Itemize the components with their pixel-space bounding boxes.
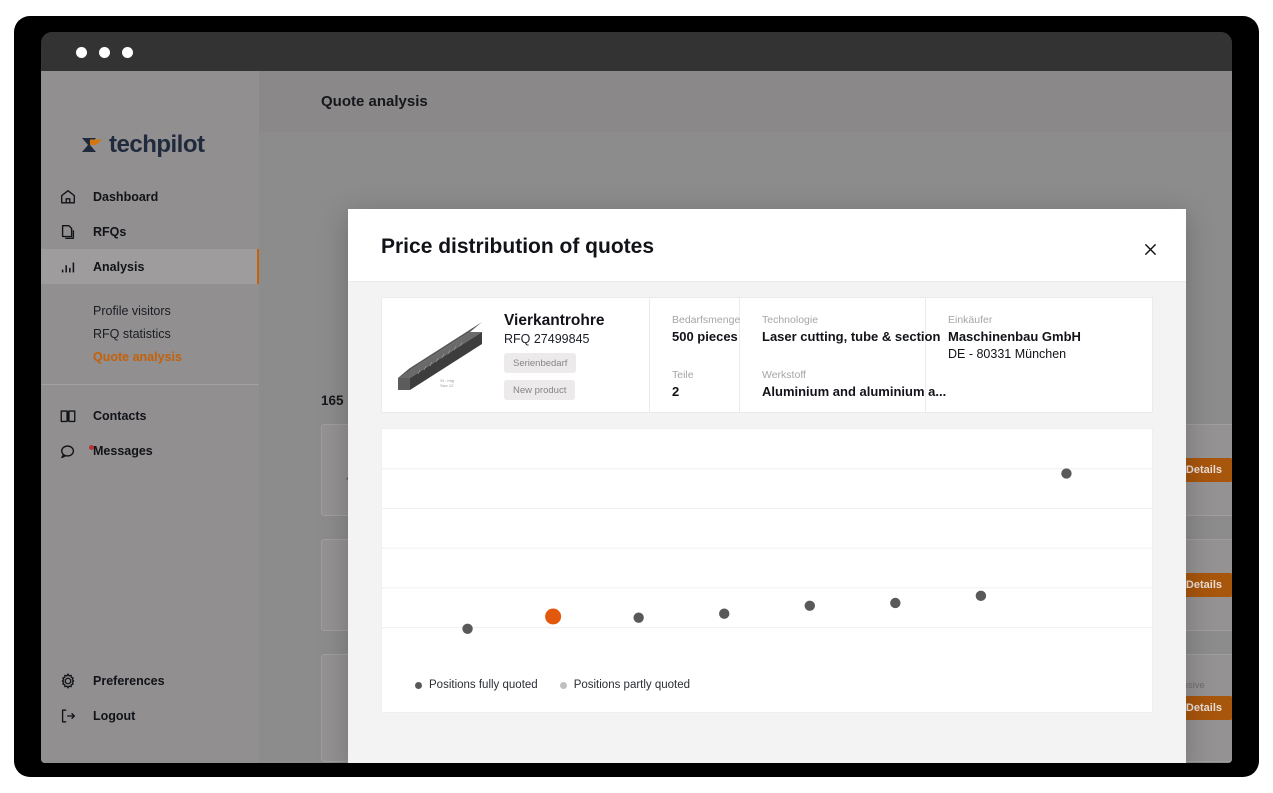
field-value: 500 pieces (672, 329, 738, 344)
logout-icon (59, 707, 77, 725)
field-value: 2 (672, 384, 680, 399)
sidebar-item-logout[interactable]: Logout (41, 698, 259, 733)
quantity-column: Bedarfsmenge 500 pieces Teile 2 (650, 298, 740, 412)
sidebar: techpilot Dashboard RFQs Analysis Profil… (41, 71, 259, 763)
bar-chart-icon (59, 258, 77, 276)
window-titlebar (41, 32, 1232, 71)
field-label: Teile (672, 369, 694, 381)
sidebar-item-contacts[interactable]: Contacts (41, 398, 259, 433)
sidebar-divider (41, 384, 259, 385)
field-bedarfsmenge: Bedarfsmenge 500 pieces (672, 314, 740, 344)
sidebar-subitem-rfq-statistics[interactable]: RFQ statistics (93, 322, 259, 345)
badge-new-product: New product (504, 380, 576, 400)
legend-label: Positions partly quoted (573, 679, 691, 691)
data-point[interactable] (975, 590, 987, 601)
sidebar-item-label: RFQs (93, 224, 127, 239)
modal-header: Price distribution of quotes (348, 209, 1186, 282)
legend-label: Positions fully quoted (429, 679, 538, 691)
legend-dot-fully-quoted (415, 681, 422, 689)
window-minimize-dot[interactable] (99, 47, 110, 58)
data-point[interactable] (804, 600, 815, 611)
modal-body: St - mtg Size 12 Vierkantrohre RFQ 27499… (348, 282, 1186, 763)
device-frame: techpilot Dashboard RFQs Analysis Profil… (14, 16, 1259, 777)
window-close-dot[interactable] (76, 47, 87, 58)
rfq-info-panel: St - mtg Size 12 Vierkantrohre RFQ 27499… (381, 297, 1153, 413)
window-maximize-dot[interactable] (122, 47, 133, 58)
price-distribution-modal: Price distribution of quotes St - mtg Si… (348, 209, 1186, 763)
badge-serienbedarf: Serienbedarf (504, 353, 577, 373)
field-value: Laser cutting, tube & section (762, 329, 941, 344)
sidebar-subitem-label: Quote analysis (93, 349, 182, 364)
book-icon (59, 407, 77, 425)
sidebar-subnav: Profile visitors RFQ statistics Quote an… (41, 299, 259, 368)
data-point-highlighted[interactable] (545, 608, 562, 625)
sidebar-subitem-profile-visitors[interactable]: Profile visitors (93, 299, 259, 322)
sidebar-item-preferences[interactable]: Preferences (41, 663, 259, 698)
buyer-name: Maschinenbau GmbH (948, 329, 1081, 344)
product-rfq-number: RFQ 27499845 (504, 332, 590, 346)
sidebar-item-dashboard[interactable]: Dashboard (41, 179, 259, 214)
home-icon (59, 188, 77, 206)
sidebar-nav-primary: Dashboard RFQs Analysis (41, 179, 259, 284)
field-technologie: Technologie Laser cutting, tube & sectio… (762, 314, 940, 344)
price-distribution-chart: Positions fully quoted Positions partly … (381, 428, 1153, 713)
field-label: Technologie (762, 314, 819, 326)
legend-item-fully-quoted[interactable]: Positions fully quoted (415, 679, 538, 691)
chat-bubble-icon (59, 442, 94, 460)
sidebar-item-label: Preferences (93, 673, 165, 688)
square-tube-3d-thumbnail: St - mtg Size 12 (390, 312, 494, 398)
messages-unread-badge (89, 444, 94, 450)
technology-column: Technologie Laser cutting, tube & sectio… (740, 298, 946, 412)
sidebar-item-rfqs[interactable]: RFQs (41, 214, 259, 249)
app-viewport: techpilot Dashboard RFQs Analysis Profil… (41, 71, 1232, 763)
browser-window: techpilot Dashboard RFQs Analysis Profil… (41, 32, 1232, 763)
sidebar-item-label: Logout (93, 708, 136, 723)
sidebar-nav-secondary: Contacts Messages (41, 398, 259, 468)
product-column: St - mtg Size 12 Vierkantrohre RFQ 27499… (382, 298, 650, 412)
field-label: Einkäufer (948, 314, 993, 326)
sidebar-item-label: Dashboard (93, 189, 159, 204)
buyer-location: DE - 80331 München (948, 347, 1067, 361)
data-point[interactable] (1061, 468, 1072, 479)
page-title: Quote analysis (321, 93, 428, 110)
documents-icon (59, 223, 77, 241)
legend-dot-partly-quoted (559, 681, 567, 689)
sidebar-item-label: Analysis (93, 259, 145, 274)
sidebar-item-label: Contacts (93, 408, 147, 423)
field-label: Bedarfsmenge (672, 314, 741, 326)
product-name: Vierkantrohre (504, 312, 605, 329)
product-text: Vierkantrohre RFQ 27499845 Serienbedarf … (504, 312, 605, 400)
data-point[interactable] (890, 597, 901, 609)
data-point[interactable] (633, 612, 644, 623)
sidebar-item-messages[interactable]: Messages (41, 433, 259, 468)
sidebar-item-analysis[interactable]: Analysis (41, 249, 259, 284)
close-icon[interactable] (1138, 237, 1162, 261)
gear-icon (59, 672, 77, 690)
logo-text: techpilot (109, 131, 205, 158)
app-logo[interactable]: techpilot (80, 131, 205, 159)
scatter-plot-canvas[interactable] (382, 429, 1152, 712)
legend-item-partly-quoted[interactable]: Positions partly quoted (559, 679, 691, 691)
data-point[interactable] (719, 608, 730, 619)
sidebar-subitem-label: Profile visitors (93, 303, 171, 318)
sidebar-subitem-quote-analysis[interactable]: Quote analysis (93, 345, 259, 368)
buyer-column: Einkäufer Maschinenbau GmbH DE - 80331 M… (926, 298, 1106, 412)
data-point[interactable] (462, 623, 473, 634)
svg-text:Size 12: Size 12 (440, 383, 454, 388)
sidebar-item-label: Messages (93, 443, 153, 458)
modal-title: Price distribution of quotes (381, 235, 655, 258)
content-header: Quote analysis (259, 71, 1232, 132)
field-teile: Teile 2 (672, 369, 694, 399)
sidebar-nav-footer: Preferences Logout (41, 663, 259, 733)
techpilot-arrow-icon (80, 135, 104, 155)
chart-legend: Positions fully quoted Positions partly … (415, 679, 690, 691)
field-werkstoff: Werkstoff Aluminium and aluminium a... (762, 369, 946, 399)
sidebar-subitem-label: RFQ statistics (93, 326, 171, 341)
field-label: Werkstoff (762, 369, 806, 381)
field-value: Aluminium and aluminium a... (762, 384, 947, 399)
field-einkaeufer: Einkäufer Maschinenbau GmbH DE - 80331 M… (948, 314, 1081, 361)
